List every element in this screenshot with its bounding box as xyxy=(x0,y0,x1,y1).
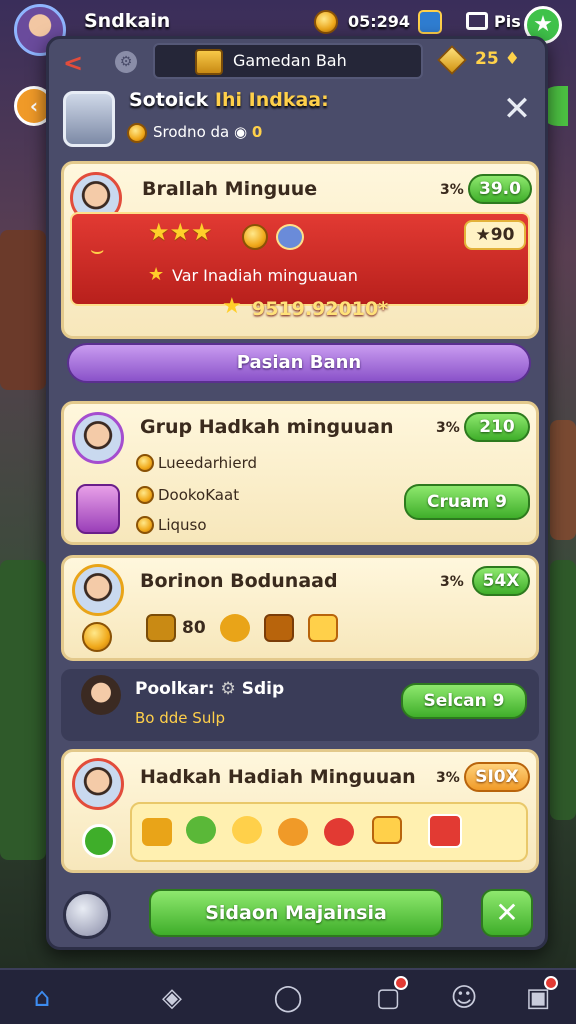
pis-label: Pis xyxy=(494,12,521,31)
card-icon[interactable] xyxy=(418,10,442,34)
claim-bonus-button[interactable]: Pasian Bann xyxy=(67,343,531,383)
bonus-badge[interactable]: ★90 xyxy=(464,220,526,250)
chest-icon xyxy=(264,614,294,642)
card-badge-button[interactable]: 210 xyxy=(464,412,530,442)
avatar xyxy=(72,758,124,810)
bg-tree xyxy=(0,560,46,860)
card-badge-button[interactable]: 39.0 xyxy=(468,174,532,204)
card-percent: 3% xyxy=(440,574,464,590)
gear-icon[interactable]: ⚙ xyxy=(115,51,137,73)
star-rating: ★★★ xyxy=(148,218,213,246)
coin-small-icon xyxy=(136,516,154,534)
close-icon[interactable]: ✕ xyxy=(497,89,537,129)
main-action-button[interactable]: Sidaon Majainsia xyxy=(149,889,443,937)
coin-icon xyxy=(82,622,112,652)
inbox-icon[interactable]: ▣ xyxy=(518,976,558,1018)
bg-bush-right xyxy=(550,560,576,820)
collect-button[interactable]: Cruam 9 xyxy=(404,484,530,520)
notification-dot xyxy=(394,976,408,990)
item-count: 80 xyxy=(182,618,206,638)
egg-icon xyxy=(276,224,304,250)
cheese-icon xyxy=(372,816,402,844)
card-percent: 3% xyxy=(436,420,460,436)
modal-title: Gamedan Bah xyxy=(233,51,347,70)
face-icon xyxy=(232,816,262,844)
gift-bag-icon xyxy=(76,484,120,534)
card-badge-button[interactable]: 54X xyxy=(472,566,530,596)
modal-title-bar: Gamedan Bah xyxy=(153,43,423,79)
cheese-icon xyxy=(308,614,338,642)
home-icon[interactable]: ⌂ xyxy=(22,978,62,1018)
jar-icon xyxy=(63,91,115,147)
shield-icon[interactable]: ◈ xyxy=(152,978,192,1018)
select-button[interactable]: Selcan 9 xyxy=(401,683,527,719)
player-name: Sndkain xyxy=(84,10,171,32)
search-round-icon[interactable] xyxy=(63,891,111,939)
chest-icon xyxy=(146,614,176,642)
monitor-icon[interactable] xyxy=(466,12,488,30)
gear-reward-icon xyxy=(220,614,250,642)
avatar xyxy=(72,564,124,616)
card-badge-button[interactable]: SI0X xyxy=(464,762,530,792)
bg-house-right xyxy=(550,420,576,540)
reward-modal: < ⚙ Gamedan Bah 25 ♦ Sotoick Ihi Indkaa:… xyxy=(46,36,548,950)
chest-icon xyxy=(195,49,223,75)
banana-icon: ⌣ xyxy=(90,238,105,263)
reward-line: Var Inadiah minguauan xyxy=(172,266,358,285)
time-display: 05:294 xyxy=(348,12,411,31)
reward-strip xyxy=(130,802,528,862)
card-title: Hadkah Hadiah Minguuan xyxy=(140,766,416,788)
list-item: Liquso xyxy=(158,516,207,534)
gear-reward-icon xyxy=(278,818,308,846)
back-icon[interactable]: < xyxy=(63,49,83,77)
coin-small-icon xyxy=(136,454,154,472)
avatar xyxy=(81,675,121,715)
profile-icon[interactable]: ☺ xyxy=(444,978,484,1018)
reward-amount: 9519.92010* xyxy=(252,298,389,320)
featured-reward-panel: ★★★ ★90 ⌣ ★ Var Inadiah minguauan ★ 9519… xyxy=(70,212,530,320)
player-row: Poolkar: ⚙ Sdip Bo dde Sulp Selcan 9 xyxy=(61,669,539,741)
chest-icon xyxy=(142,818,172,846)
card-percent: 3% xyxy=(440,182,464,198)
card-title: Grup Hadkah minguuan xyxy=(140,416,394,438)
card-title: Borinon Bodunaad xyxy=(140,570,338,592)
reward-card: Grup Hadkah minguuan 3% 210 Lueedarhierd… xyxy=(61,401,539,545)
cancel-button[interactable]: ✕ xyxy=(481,889,533,937)
gem-value: 25 ♦ xyxy=(475,49,520,69)
bg-house xyxy=(0,230,46,390)
header-subtitle: Srodno da ◉ 0 xyxy=(153,123,263,141)
player-row-name: Poolkar: ⚙ Sdip xyxy=(135,679,285,699)
card-percent: 3% xyxy=(436,770,460,786)
gem-icon xyxy=(437,45,467,75)
coin-icon xyxy=(242,224,268,250)
chest-green-icon xyxy=(82,824,116,858)
star-icon: ★ xyxy=(148,264,165,285)
avatar xyxy=(72,412,124,464)
notification-dot xyxy=(544,976,558,990)
player-row-sub: Bo dde Sulp xyxy=(135,709,226,727)
bug-icon xyxy=(324,818,354,846)
coin-small-icon xyxy=(136,486,154,504)
coin-small-icon xyxy=(127,123,147,143)
reward-card: Brallah Minguue 3% 39.0 ★★★ ★90 ⌣ ★ Var … xyxy=(61,161,539,339)
star-icon: ★ xyxy=(222,294,242,319)
reward-card: Borinon Bodunaad 3% 54X 80 xyxy=(61,555,539,661)
list-item: DookoKaat xyxy=(158,486,240,504)
circle-icon[interactable]: ◯ xyxy=(268,978,308,1018)
reward-card: Hadkah Hadiah Minguuan 3% SI0X xyxy=(61,749,539,873)
list-item: Lueedarhierd xyxy=(158,454,258,472)
red-gem-icon xyxy=(428,814,462,848)
header-title: Sotoick Ihi Indkaa: xyxy=(129,89,329,111)
bottom-nav: ⌂ ◈ ◯ ▢ ☺ ▣ xyxy=(0,968,576,1024)
coin-icon xyxy=(314,10,338,34)
edit-icon[interactable]: ▢ xyxy=(368,976,408,1018)
card-title: Brallah Minguue xyxy=(142,178,318,200)
flower-icon xyxy=(186,816,216,844)
